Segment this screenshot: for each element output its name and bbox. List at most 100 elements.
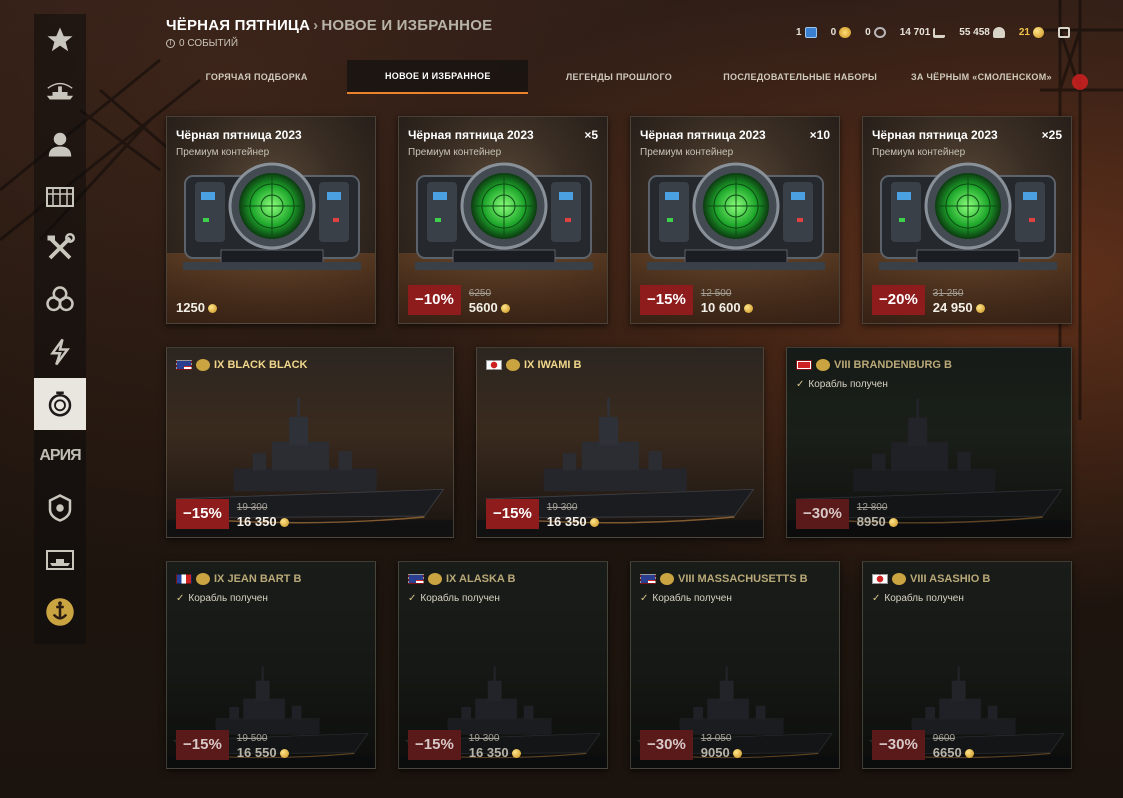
ship-card-jean-bart[interactable]: IX JEAN BART B ✓ Корабль получен −15% 19… <box>166 561 376 769</box>
ship-header: VIII BRANDENBURG B <box>796 359 952 371</box>
sidebar-item-crest[interactable] <box>34 482 86 534</box>
breadcrumb: ЧЁРНАЯ ПЯТНИЦА › НОВОЕ И ИЗБРАННОЕ <box>166 17 492 34</box>
price-block: −20% 31 250 24 950 <box>872 285 985 315</box>
discount-badge: −15% <box>408 730 461 760</box>
price-value: 16 350 <box>547 515 599 529</box>
captain-icon <box>48 132 72 157</box>
destroyer-class-icon <box>196 359 210 371</box>
doubloon-icon <box>279 748 289 758</box>
sidebar-item-fleet[interactable] <box>34 66 86 118</box>
usa-flag-icon <box>176 360 192 370</box>
events-label: 0 СОБЫТИЙ <box>179 38 239 49</box>
container-card-x10[interactable]: Чёрная пятница 2023 Премиум контейнер ×1… <box>630 116 840 324</box>
ship-name: IX JEAN BART B <box>214 573 302 585</box>
ship-card-asashio[interactable]: VIII ASASHIO B ✓ Корабль получен −30% 96… <box>862 561 1072 769</box>
price-value: 16 550 <box>237 746 289 760</box>
battleship-class-icon <box>816 359 830 371</box>
resource-credits[interactable]: 14 701 <box>900 27 946 38</box>
ship-card-alaska[interactable]: IX ALASKA B ✓ Корабль получен −15% 19 30… <box>398 561 608 769</box>
resource-steel[interactable]: 0 <box>865 27 886 38</box>
container-subtitle: Премиум контейнер <box>872 147 966 158</box>
steel-value: 0 <box>865 27 871 38</box>
price-value: 9050 <box>701 746 742 760</box>
doubloon-icon <box>975 303 985 313</box>
coal-icon <box>839 27 852 38</box>
events-counter[interactable]: i 0 СОБЫТИЙ <box>166 38 238 49</box>
container-title: Чёрная пятница 2023 <box>408 128 534 142</box>
price-value: 16 350 <box>469 746 521 760</box>
sidebar-item-ships[interactable] <box>34 534 86 586</box>
ship-card-brandenburg[interactable]: VIII BRANDENBURG B ✓ Корабль получен −30… <box>786 347 1072 538</box>
container-card-x5[interactable]: Чёрная пятница 2023 Премиум контейнер ×5… <box>398 116 608 324</box>
ship-name: IX IWAMI B <box>524 359 582 371</box>
price-block: −30% 13 050 9050 <box>640 730 742 760</box>
ship-card-iwami[interactable]: IX IWAMI B −15% 19 300 16 350 <box>476 347 764 538</box>
ship-header: VIII MASSACHUSETTS B <box>640 573 808 585</box>
doubloon-icon <box>500 303 510 313</box>
sidebar-item-aria[interactable]: АРИЯ <box>34 430 86 482</box>
container-card-x1[interactable]: Чёрная пятница 2023 Премиум контейнер 12… <box>166 116 376 324</box>
battleship-class-icon <box>660 573 674 585</box>
doubloon-icon <box>1033 27 1044 38</box>
old-price: 19 300 <box>546 502 578 513</box>
container-subtitle: Премиум контейнер <box>176 147 270 158</box>
discount-badge: −15% <box>176 730 229 760</box>
sidebar-item-events[interactable] <box>34 326 86 378</box>
ship-card-massachusetts[interactable]: VIII MASSACHUSETTS B ✓ Корабль получен −… <box>630 561 840 769</box>
sidebar-item-collections[interactable] <box>34 274 86 326</box>
discount-badge: −30% <box>872 730 925 760</box>
resource-free-xp[interactable]: 55 458 <box>959 27 1005 38</box>
container-title: Чёрная пятница 2023 <box>640 128 766 142</box>
price-value: 8950 <box>857 515 898 529</box>
old-price: 19 500 <box>236 733 268 744</box>
premium-container-image <box>877 162 1059 274</box>
coal-value: 0 <box>830 27 837 38</box>
breadcrumb-separator: › <box>313 17 319 34</box>
resource-bar: 1 0 0 14 701 55 458 21 <box>796 27 1070 38</box>
old-price: 12 500 <box>700 288 732 299</box>
container-title: Чёрная пятница 2023 <box>176 128 302 142</box>
sidebar-item-featured[interactable] <box>34 14 86 66</box>
price-block: −15% 19 300 16 350 <box>176 499 289 529</box>
sidebar-item-armory[interactable] <box>34 170 86 222</box>
tab-legends-of-past[interactable]: ЛЕГЕНДЫ ПРОШЛОГО <box>528 60 709 94</box>
ship-name: IX BLACK BLACK <box>214 359 308 371</box>
cruiser-class-icon <box>428 573 442 585</box>
check-icon: ✓ <box>408 593 417 604</box>
price-value: 5600 <box>469 301 510 315</box>
tab-black-smolensk[interactable]: ЗА ЧЁРНЫМ «СМОЛЕНСКОМ» <box>891 60 1072 94</box>
sidebar-item-anchor[interactable] <box>34 586 86 638</box>
price-value: 1250 <box>176 301 217 315</box>
hammer-wrench-icon <box>47 233 75 260</box>
container-multiplier: ×25 <box>1041 128 1062 142</box>
doubloon-icon <box>279 517 289 527</box>
tab-new-and-featured[interactable]: НОВОЕ И ИЗБРАННОЕ <box>347 60 529 94</box>
doubloon-icon <box>743 303 753 313</box>
container-multiplier: ×5 <box>584 128 598 142</box>
resource-premium[interactable]: 1 <box>796 27 817 38</box>
germany-flag-icon <box>796 360 812 370</box>
page-title[interactable]: ЧЁРНАЯ ПЯТНИЦА <box>166 17 310 34</box>
crest-icon <box>48 494 72 522</box>
price-block: −30% 9600 6650 <box>872 730 974 760</box>
premium-ticket-icon <box>804 27 817 38</box>
fleet-emblem-icon <box>46 82 74 100</box>
credits-value: 14 701 <box>899 27 931 38</box>
check-icon: ✓ <box>796 379 805 390</box>
battleship-class-icon <box>196 573 210 585</box>
sidebar-item-upgrades[interactable] <box>34 222 86 274</box>
wallet-button[interactable] <box>1058 27 1070 38</box>
discount-badge: −15% <box>486 499 539 529</box>
tab-hot-picks[interactable]: ГОРЯЧАЯ ПОДБОРКА <box>166 60 347 94</box>
tab-sequential-bundles[interactable]: ПОСЛЕДОВАТЕЛЬНЫЕ НАБОРЫ <box>710 60 891 94</box>
resource-doubloons[interactable]: 21 <box>1019 27 1044 38</box>
ship-header: IX IWAMI B <box>486 359 581 371</box>
sidebar-item-commanders[interactable] <box>34 118 86 170</box>
container-card-x25[interactable]: Чёрная пятница 2023 Премиум контейнер ×2… <box>862 116 1072 324</box>
resource-coal[interactable]: 0 <box>831 27 852 38</box>
free-xp-value: 55 458 <box>959 27 990 38</box>
page-subtitle: НОВОЕ И ИЗБРАННОЕ <box>321 17 493 34</box>
ship-card-black[interactable]: IX BLACK BLACK −15% 19 300 16 350 <box>166 347 454 538</box>
price-block: −30% 12 800 8950 <box>796 499 898 529</box>
sidebar-item-black-friday[interactable] <box>34 378 86 430</box>
